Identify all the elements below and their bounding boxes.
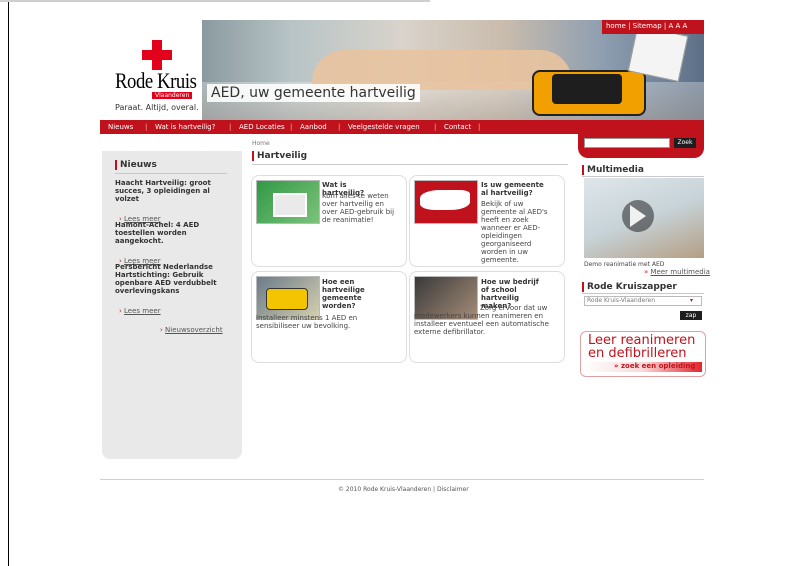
page-frame-left — [8, 0, 9, 566]
nav-separator: | — [229, 123, 232, 131]
card-text: Zorg ervoor dat uw medewerkers kunnen re… — [414, 304, 549, 336]
nav-item-aanbod[interactable]: Aanbod — [300, 123, 327, 131]
banner-caption: AED, uw gemeente hartveilig — [207, 84, 420, 102]
nav-item-nieuws[interactable]: Nieuws — [108, 123, 133, 131]
news-headline[interactable]: Hamont-Achel: 4 AED toestellen worden aa… — [115, 221, 227, 245]
promo-cta[interactable]: » zoek een opleiding — [614, 362, 695, 370]
card-text: Kom alles te weten over hartveilig en ov… — [322, 192, 395, 224]
aed-device-icon — [266, 288, 308, 310]
multimedia-more-link[interactable]: » Meer multimedia — [644, 268, 710, 276]
card-text: Installeer minstens 1 AED en sensibilise… — [256, 314, 358, 330]
kruiszapper-select[interactable]: Rode Kruis-Vlaanderen — [584, 296, 702, 306]
nav-item-aed-locaties[interactable]: AED Locaties — [239, 123, 285, 131]
news-overview-label[interactable]: Nieuwsoverzicht — [165, 326, 223, 334]
news-more-link[interactable]: › Lees meer — [119, 298, 161, 317]
search-input[interactable] — [584, 138, 670, 148]
footer-divider — [100, 479, 704, 480]
multimedia-divider — [582, 176, 704, 177]
search-button[interactable]: Zoek — [674, 138, 696, 148]
page-title: Hartveilig — [252, 151, 307, 161]
nav-separator: | — [145, 123, 148, 131]
news-divider — [115, 173, 227, 174]
promo-line-2[interactable]: en defibrilleren — [588, 346, 687, 361]
nav-item-veelgestelde-vragen[interactable]: Veelgestelde vragen — [348, 123, 420, 131]
multimedia-more-label[interactable]: Meer multimedia — [651, 268, 710, 276]
page-frame-top — [0, 0, 430, 2]
nav-separator: | — [290, 123, 293, 131]
news-overview-link[interactable]: › Nieuwsoverzicht — [160, 317, 223, 336]
footer-text[interactable]: © 2010 Rode Kruis-Vlaanderen | Disclaime… — [338, 486, 469, 493]
news-title: Nieuws — [115, 160, 157, 170]
nav-item-wat-is-hartveilig[interactable]: Wat is hartveilig? — [155, 123, 215, 131]
logo-tagline: Paraat. Altijd, overal. — [115, 103, 199, 112]
breadcrumb[interactable]: Home — [252, 140, 270, 147]
red-cross-logo-icon-bar — [142, 50, 172, 60]
belgium-map-icon — [420, 190, 470, 210]
aed-cabinet-icon — [273, 193, 307, 217]
nav-separator: | — [478, 123, 481, 131]
news-headline[interactable]: Persbericht Nederlandse Hartstichting: G… — [115, 263, 227, 295]
news-more-label[interactable]: Lees meer — [124, 307, 161, 315]
nav-separator: | — [434, 123, 437, 131]
kruiszapper-title: Rode Kruiszapper — [582, 282, 677, 292]
chevron-down-icon[interactable]: ▾ — [690, 297, 693, 304]
title-divider — [252, 164, 568, 165]
news-headline[interactable]: Haacht Hartveilig: groot succes, 3 oplei… — [115, 179, 227, 203]
banner-aed-screen — [552, 74, 622, 104]
multimedia-title: Multimedia — [582, 165, 644, 175]
card-text: Bekijk of uw gemeente al AED's heeft en … — [481, 200, 548, 264]
kruiszapper-divider — [582, 293, 704, 294]
utility-links[interactable]: home | Sitemap | A A A — [606, 22, 687, 30]
logo-name[interactable]: Rode Kruis — [115, 68, 197, 94]
logo-subname: Vlaanderen — [152, 92, 193, 99]
header-banner: AED, uw gemeente hartveilig home | Sitem… — [202, 20, 704, 120]
nav-separator: | — [338, 123, 341, 131]
card-title[interactable]: Is uw gemeente al hartveilig? — [481, 181, 549, 197]
play-icon[interactable] — [630, 205, 646, 227]
card-title[interactable]: Hoe een hartveilige gemeente worden? — [322, 278, 390, 310]
zap-button[interactable]: zap — [680, 311, 702, 320]
multimedia-caption: Demo reanimatie met AED — [584, 261, 665, 268]
nav-item-contact[interactable]: Contact — [444, 123, 471, 131]
